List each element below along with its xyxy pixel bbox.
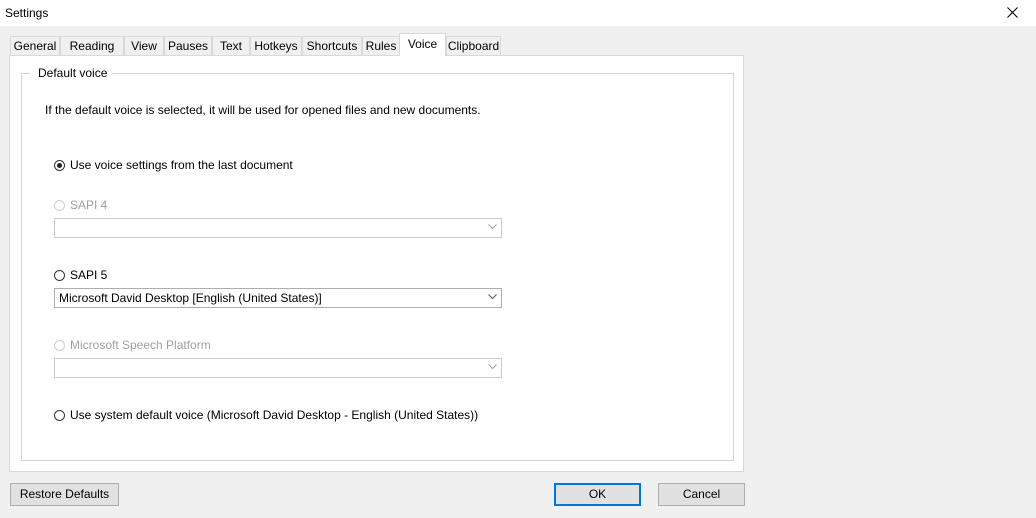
window-title: Settings (5, 6, 49, 20)
radio-label: SAPI 5 (70, 268, 108, 282)
voice-tab-panel: Default voice If the default voice is se… (9, 55, 744, 472)
radio-button (54, 199, 65, 211)
radio-label: Microsoft Speech Platform (70, 338, 211, 352)
tab-shortcuts[interactable]: Shortcuts (302, 36, 362, 55)
ok-button[interactable]: OK (554, 483, 641, 506)
restore-defaults-button[interactable]: Restore Defaults (10, 483, 119, 506)
radio-button[interactable] (54, 269, 65, 281)
chevron-down-icon (488, 224, 497, 230)
tab-rules[interactable]: Rules (362, 36, 400, 55)
title-bar: Settings (0, 0, 1036, 26)
chevron-down-icon (488, 294, 497, 300)
chevron-down-icon (488, 364, 497, 370)
radio-label: Use voice settings from the last documen… (70, 158, 293, 172)
radio-label: SAPI 4 (70, 198, 108, 212)
tab-general[interactable]: General (10, 36, 60, 55)
default-voice-group: Default voice (21, 66, 734, 461)
info-text: If the default voice is selected, it wil… (45, 103, 481, 117)
radio-system-default[interactable]: Use system default voice (Microsoft Davi… (54, 407, 478, 423)
radio-sapi5[interactable]: SAPI 5 (54, 267, 107, 283)
sapi5-voice-select[interactable]: Microsoft David Desktop [English (United… (54, 288, 502, 308)
sapi4-voice-select (54, 218, 502, 238)
tab-text[interactable]: Text (212, 36, 250, 55)
radio-label: Use system default voice (Microsoft Davi… (70, 408, 479, 422)
close-button[interactable] (990, 0, 1036, 26)
radio-button[interactable] (54, 409, 65, 421)
group-title: Default voice (30, 66, 113, 80)
tab-reading[interactable]: Reading (60, 36, 124, 55)
tab-view[interactable]: View (124, 36, 164, 55)
cancel-button[interactable]: Cancel (658, 483, 745, 506)
tab-clipboard[interactable]: Clipboard (446, 36, 501, 55)
tab-pauses[interactable]: Pauses (164, 36, 212, 55)
radio-sapi4: SAPI 4 (54, 197, 107, 213)
radio-button (54, 339, 65, 351)
speech-platform-voice-select (54, 358, 502, 378)
radio-last-document[interactable]: Use voice settings from the last documen… (54, 157, 293, 173)
radio-button[interactable] (54, 159, 65, 171)
close-icon (1007, 7, 1018, 18)
radio-speech-platform: Microsoft Speech Platform (54, 337, 211, 353)
tab-voice[interactable]: Voice (399, 33, 446, 56)
combo-value: Microsoft David Desktop [English (United… (59, 291, 322, 305)
tab-hotkeys[interactable]: Hotkeys (250, 36, 302, 55)
